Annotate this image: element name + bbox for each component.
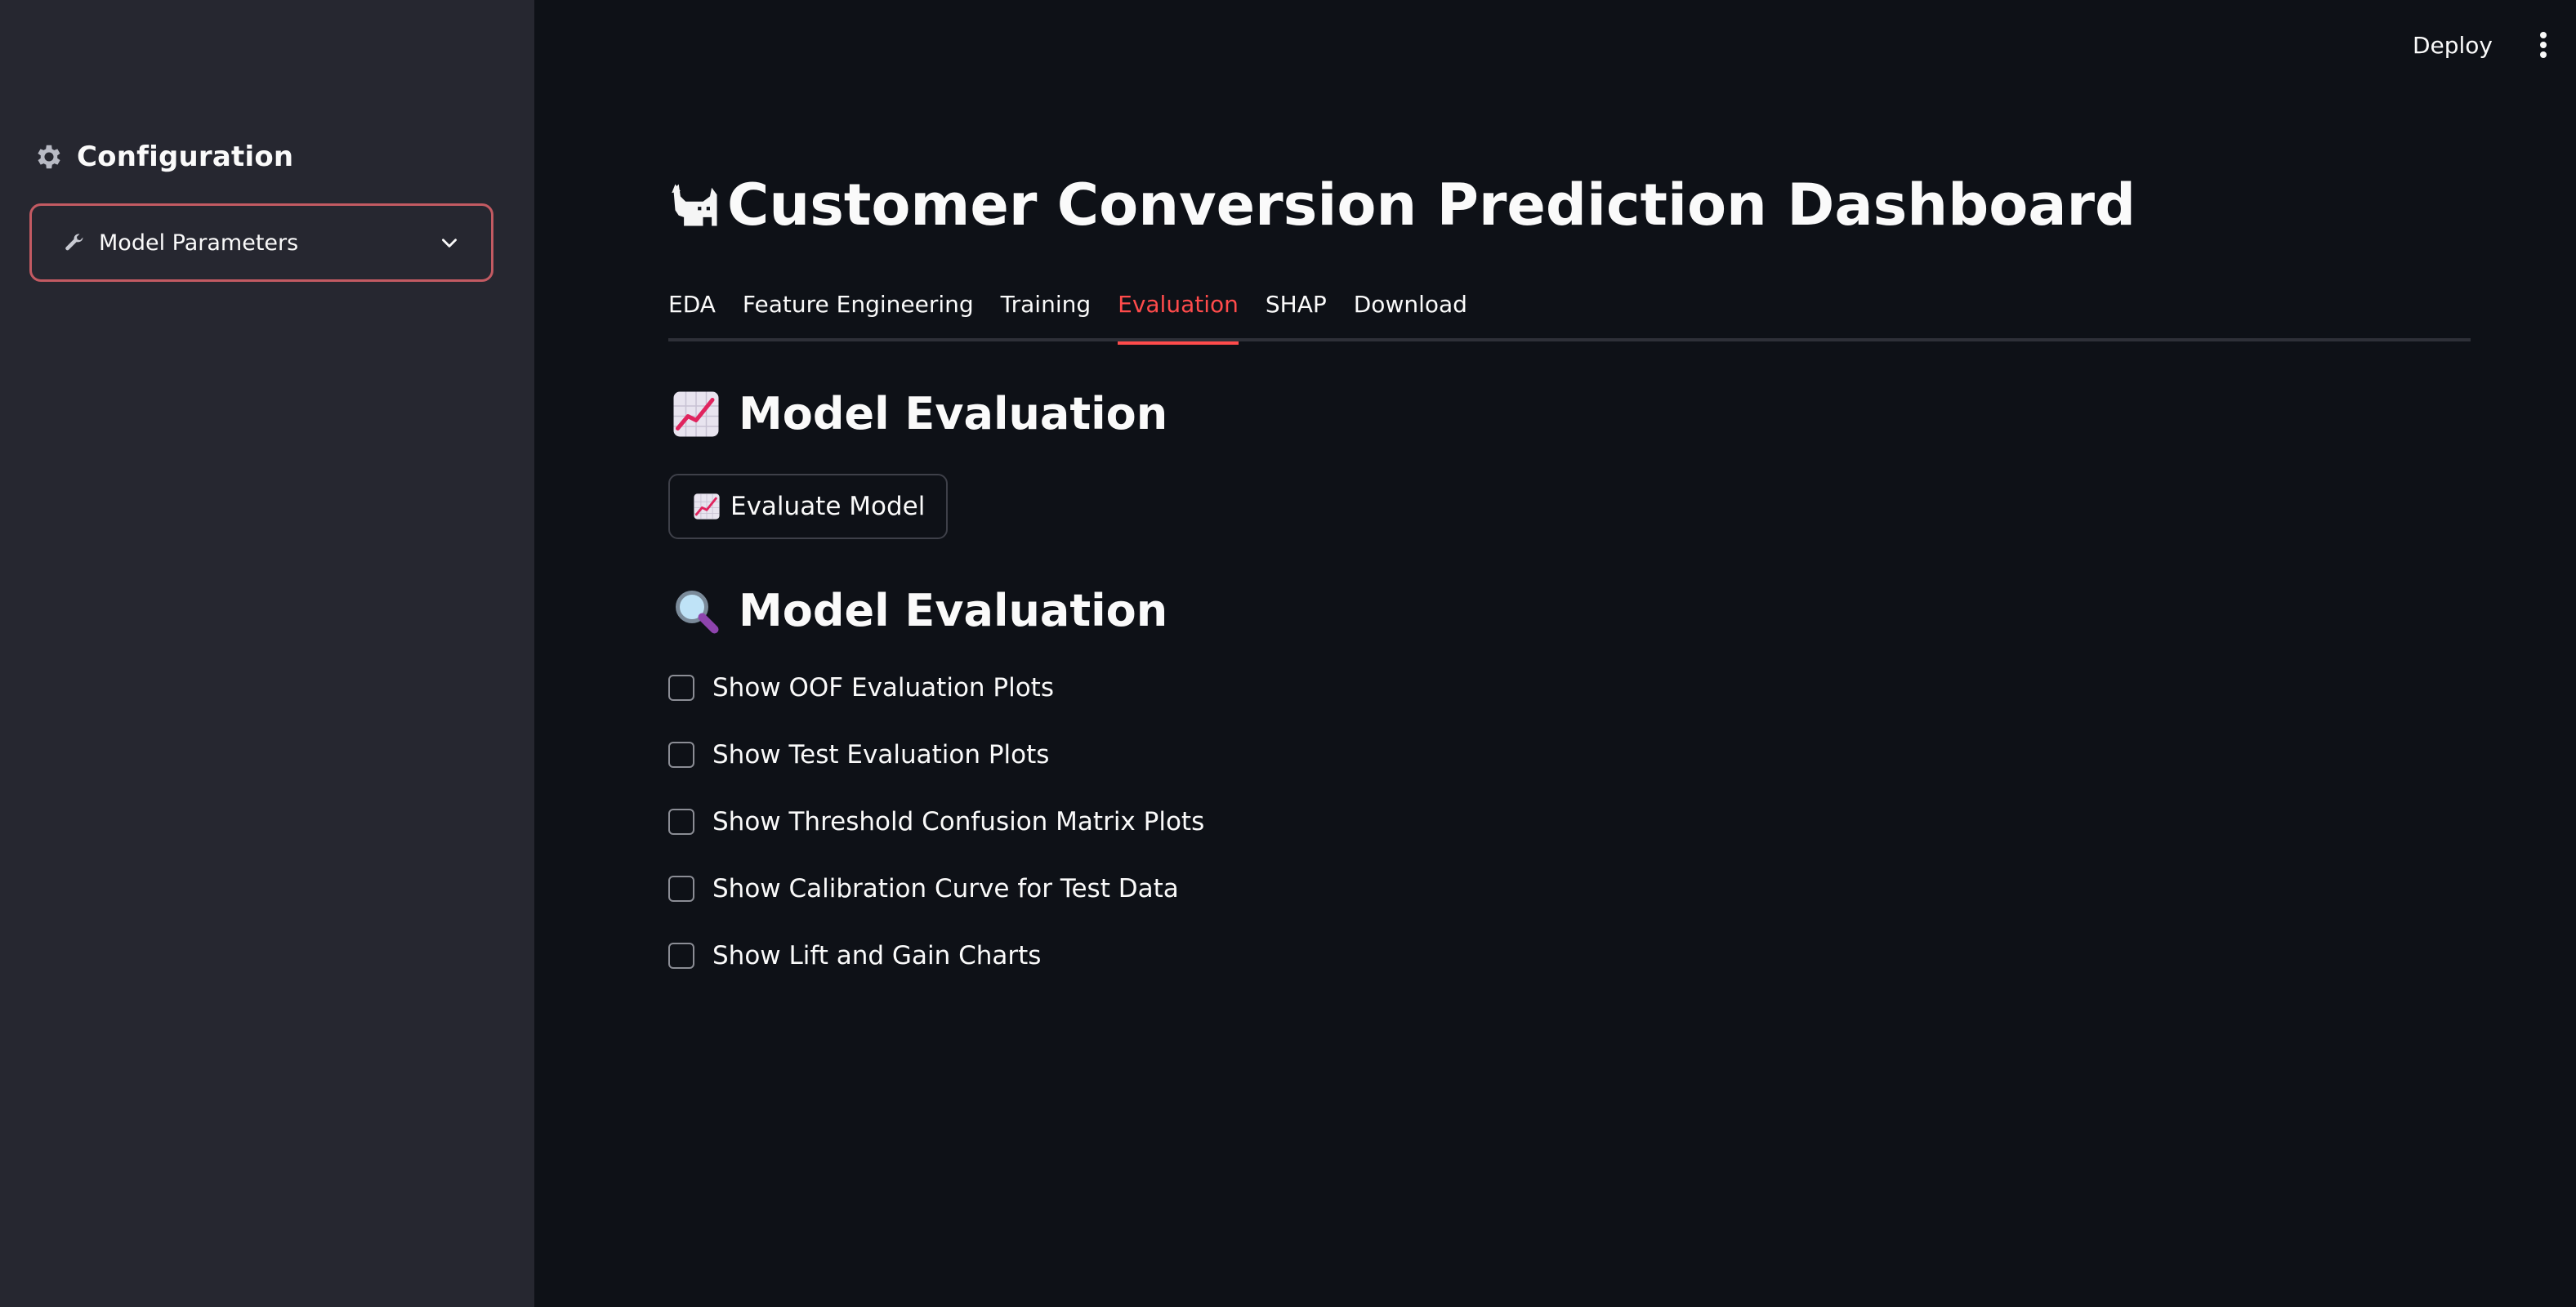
checkbox-label: Show Threshold Confusion Matrix Plots: [712, 807, 1205, 836]
sidebar-header: Configuration: [33, 141, 293, 173]
checkbox-test-evaluation-plots[interactable]: Show Test Evaluation Plots: [668, 740, 1049, 769]
checkbox-box[interactable]: [668, 876, 694, 902]
tab-training[interactable]: Training: [1001, 283, 1091, 341]
checkbox-lift-gain-charts[interactable]: Show Lift and Gain Charts: [668, 941, 1041, 970]
checkbox-oof-evaluation-plots[interactable]: Show OOF Evaluation Plots: [668, 673, 1054, 703]
sidebar-title: Configuration: [77, 141, 294, 173]
model-parameters-expander[interactable]: Model Parameters: [29, 203, 493, 282]
tab-shap[interactable]: SHAP: [1266, 283, 1327, 341]
top-toolbar: Deploy: [2413, 0, 2576, 90]
section-heading-text: Model Evaluation: [739, 388, 1168, 439]
magnifier-icon: [676, 590, 719, 633]
tab-evaluation[interactable]: Evaluation: [1118, 283, 1239, 345]
checkbox-label: Show OOF Evaluation Plots: [712, 673, 1054, 703]
page-title-text: Customer Conversion Prediction Dashboard: [727, 172, 2136, 239]
tab-bar: EDA Feature Engineering Training Evaluat…: [668, 283, 2471, 345]
expander-label: Model Parameters: [99, 230, 299, 256]
evaluate-model-label: Evaluate Model: [730, 492, 926, 521]
checkbox-threshold-confusion-matrix[interactable]: Show Threshold Confusion Matrix Plots: [668, 807, 1204, 836]
wrench-icon: [61, 230, 87, 256]
kebab-menu-icon[interactable]: [2535, 27, 2551, 63]
section-heading-text: Model Evaluation: [739, 585, 1168, 636]
checkbox-box[interactable]: [668, 809, 694, 835]
tab-feature-engineering[interactable]: Feature Engineering: [743, 283, 974, 341]
chart-increasing-icon: [694, 493, 720, 520]
evaluate-model-button[interactable]: Evaluate Model: [668, 474, 949, 539]
chart-increasing-icon: [673, 391, 719, 436]
tab-download[interactable]: Download: [1354, 283, 1467, 341]
section-heading-evaluation-options: Model Evaluation: [672, 585, 1167, 636]
tab-eda[interactable]: EDA: [668, 283, 716, 341]
section-heading-evaluation: Model Evaluation: [672, 388, 1167, 439]
checkbox-label: Show Test Evaluation Plots: [712, 740, 1050, 769]
cat-icon: [672, 184, 717, 226]
deploy-button[interactable]: Deploy: [2413, 32, 2493, 59]
checkbox-label: Show Calibration Curve for Test Data: [712, 874, 1179, 903]
checkbox-label: Show Lift and Gain Charts: [712, 941, 1042, 970]
gear-icon: [33, 141, 65, 173]
checkbox-box[interactable]: [668, 675, 694, 701]
sidebar: Configuration Model Parameters: [0, 0, 534, 1307]
page-title: Customer Conversion Prediction Dashboard: [668, 172, 2136, 239]
checkbox-box[interactable]: [668, 943, 694, 969]
checkbox-calibration-curve[interactable]: Show Calibration Curve for Test Data: [668, 874, 1179, 903]
checkbox-box[interactable]: [668, 742, 694, 768]
chevron-down-icon: [437, 230, 462, 255]
